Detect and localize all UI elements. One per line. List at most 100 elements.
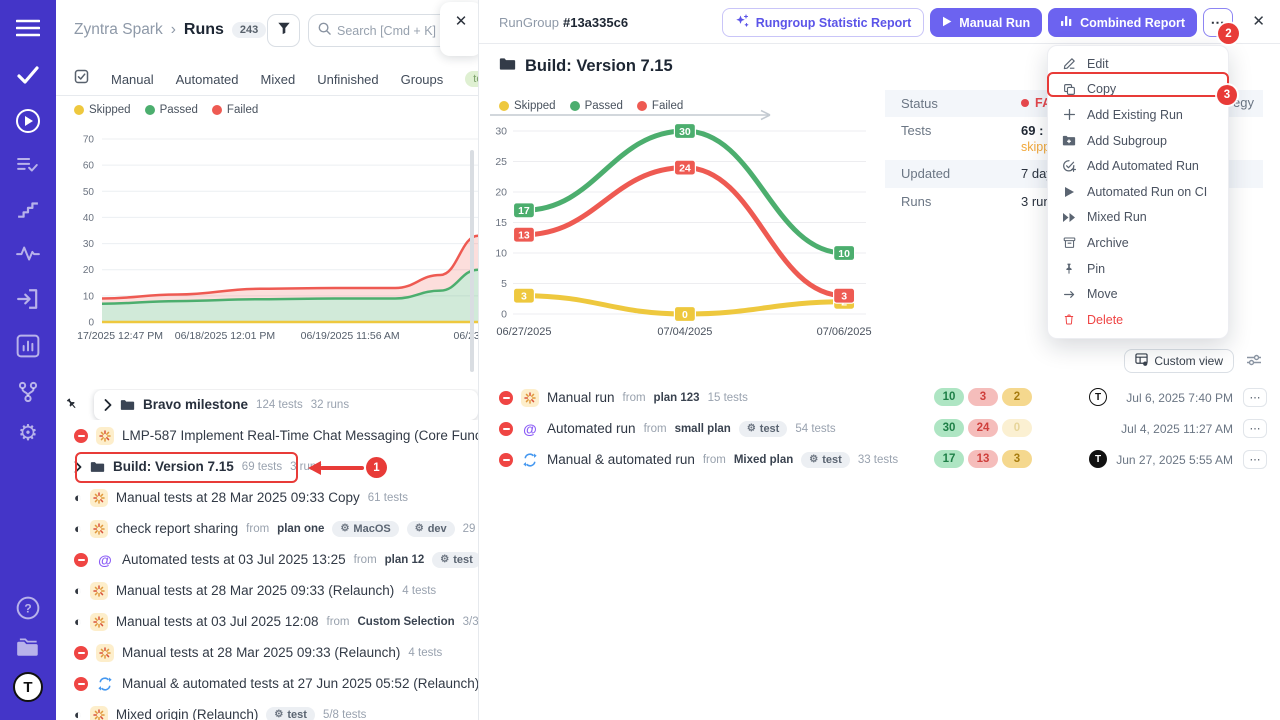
menu-item-label: Edit — [1087, 57, 1109, 71]
group-row[interactable]: Build: Version 7.1569 tests3 runs — [56, 451, 478, 482]
skipped-count: 3 — [1002, 450, 1032, 468]
chevron-right-icon[interactable] — [74, 461, 82, 473]
rungroup-run-row[interactable]: Manual runfromplan 12315 tests1032TJul 6… — [479, 382, 1280, 413]
list-check-icon[interactable] — [0, 156, 56, 174]
run-from-label: from — [644, 423, 667, 435]
menu-item-move[interactable]: Move — [1048, 281, 1228, 307]
run-failed-icon — [499, 422, 513, 436]
svg-text:07/04/2025: 07/04/2025 — [657, 326, 712, 338]
run-row[interactable]: ◐check report sharingfromplan one⚙MacOS⚙… — [56, 513, 478, 544]
svg-text:70: 70 — [83, 135, 95, 146]
check-icon[interactable] — [0, 66, 56, 84]
run-more-button[interactable]: ⋯ — [1243, 388, 1267, 407]
chevron-right-icon[interactable] — [104, 399, 112, 411]
run-in-progress-icon: ◐ — [74, 615, 82, 628]
trash-icon — [1062, 313, 1076, 326]
run-row[interactable]: ◐Manual tests at 03 Jul 2025 12:08fromCu… — [56, 606, 478, 637]
svg-text:?: ? — [24, 601, 31, 615]
table-icon — [1135, 353, 1148, 369]
avatar-letter: T — [13, 672, 43, 702]
folders-icon[interactable] — [0, 636, 56, 658]
bar-chart-icon[interactable] — [0, 334, 56, 358]
git-branch-icon[interactable] — [0, 380, 56, 404]
legend-dot — [212, 105, 222, 115]
svg-text:50: 50 — [83, 187, 95, 198]
run-row[interactable]: Manual & automated tests at 27 Jun 2025 … — [56, 668, 478, 699]
legend-item-passed: Passed — [145, 104, 198, 116]
run-row[interactable]: ◐Manual tests at 28 Mar 2025 09:33 (Rela… — [56, 575, 478, 606]
run-title: Mixed origin (Relaunch) — [116, 707, 259, 720]
menu-icon[interactable] — [0, 18, 56, 38]
rungroup-run-row[interactable]: Manual & automated runfromMixed plan⚙tes… — [479, 444, 1280, 475]
drawer-close-button[interactable]: ✕ — [440, 2, 478, 56]
user-avatar[interactable]: T — [0, 672, 56, 702]
runs-filter-tabs: ManualAutomatedMixedUnfinishedGroupstes — [56, 63, 478, 96]
custom-view-button[interactable]: Custom view — [1124, 349, 1234, 373]
run-row[interactable]: LMP-587 Implement Real-Time Chat Messagi… — [56, 420, 478, 451]
run-title: Automated run — [547, 421, 636, 436]
menu-item-delete[interactable]: Delete — [1048, 307, 1228, 333]
run-date: Jul 6, 2025 7:40 PM — [1126, 391, 1233, 405]
menu-item-mixed-run[interactable]: Mixed Run — [1048, 205, 1228, 231]
menu-item-add-subgroup[interactable]: Add Subgroup — [1048, 128, 1228, 154]
run-from-label: from — [623, 392, 646, 404]
run-failed-icon — [74, 429, 88, 443]
play-circle-icon[interactable] — [0, 108, 56, 134]
run-row[interactable]: @Automated tests at 03 Jul 2025 13:25fro… — [56, 544, 478, 575]
pinned-group-card[interactable]: Bravo milestone124 tests32 runs — [94, 390, 478, 420]
combined-report-label: Combined Report — [1080, 16, 1185, 30]
menu-item-copy[interactable]: Copy — [1048, 77, 1228, 103]
run-more-button[interactable]: ⋯ — [1243, 450, 1267, 469]
svg-text:20: 20 — [83, 265, 95, 276]
menu-item-add-existing-run[interactable]: Add Existing Run — [1048, 102, 1228, 128]
svg-text:24: 24 — [679, 162, 691, 174]
run-row[interactable]: ◐Manual tests at 28 Mar 2025 09:33 Copy6… — [56, 482, 478, 513]
steps-icon[interactable] — [0, 200, 56, 218]
group-tests-count: 124 tests — [256, 399, 303, 411]
breadcrumb-project[interactable]: Zyntra Spark — [74, 21, 163, 39]
menu-item-pin[interactable]: Pin — [1048, 256, 1228, 282]
svg-text:10: 10 — [83, 291, 95, 302]
run-failed-icon — [74, 646, 88, 660]
gear-icon: ⚙ — [809, 454, 818, 465]
tag-label: test — [822, 454, 842, 466]
filter-button[interactable] — [267, 14, 300, 47]
tab-unfinished[interactable]: Unfinished — [317, 72, 378, 87]
view-settings-icon[interactable] — [1246, 353, 1262, 372]
svg-text:0: 0 — [501, 309, 507, 321]
close-panel-icon[interactable]: ✕ — [1252, 12, 1265, 30]
menu-item-archive[interactable]: Archive — [1048, 230, 1228, 256]
tab-manual[interactable]: Manual — [111, 72, 154, 87]
manual-run-button[interactable]: Manual Run — [930, 8, 1042, 37]
select-runs-icon[interactable] — [74, 69, 89, 89]
tab-mixed[interactable]: Mixed — [261, 72, 296, 87]
breadcrumb-section[interactable]: Runs — [184, 21, 224, 39]
group-row[interactable]: Bravo milestone124 tests32 runs — [56, 389, 478, 420]
search-input[interactable] — [337, 24, 437, 38]
runs-list: Bravo milestone124 tests32 runsLMP-587 I… — [56, 389, 478, 720]
menu-item-add-automated-run[interactable]: Add Automated Run — [1048, 153, 1228, 179]
tab-automated[interactable]: Automated — [176, 72, 239, 87]
help-icon[interactable]: ? — [0, 596, 56, 620]
sign-in-icon[interactable] — [0, 288, 56, 310]
run-title: Automated tests at 03 Jul 2025 13:25 — [122, 552, 346, 567]
statistic-report-button[interactable]: Rungroup Statistic Report — [722, 8, 925, 37]
search-box[interactable] — [308, 14, 454, 47]
pulse-icon[interactable] — [0, 244, 56, 262]
run-more-button[interactable]: ⋯ — [1243, 419, 1267, 438]
rungroup-run-row[interactable]: @Automated runfromsmall plan⚙test54 test… — [479, 413, 1280, 444]
run-row[interactable]: ◐Mixed origin (Relaunch)⚙test5/8 tests — [56, 699, 478, 720]
group-runs-count: 32 runs — [311, 399, 349, 411]
tab-groups[interactable]: Groups — [401, 72, 444, 87]
gear-icon: ⚙ — [340, 523, 349, 534]
svg-text:3: 3 — [521, 291, 527, 303]
folder-icon — [499, 57, 516, 76]
combined-report-button[interactable]: Combined Report — [1048, 8, 1197, 37]
menu-item-edit[interactable]: Edit — [1048, 51, 1228, 77]
drawer-scrollbar[interactable] — [470, 150, 474, 372]
mixed-run-icon — [96, 675, 114, 693]
gear-icon[interactable]: ⚙ — [0, 422, 56, 444]
menu-item-automated-run-on-ci[interactable]: Automated Run on CI — [1048, 179, 1228, 205]
run-avatar: T — [1089, 450, 1107, 468]
run-row[interactable]: Manual tests at 28 Mar 2025 09:33 (Relau… — [56, 637, 478, 668]
